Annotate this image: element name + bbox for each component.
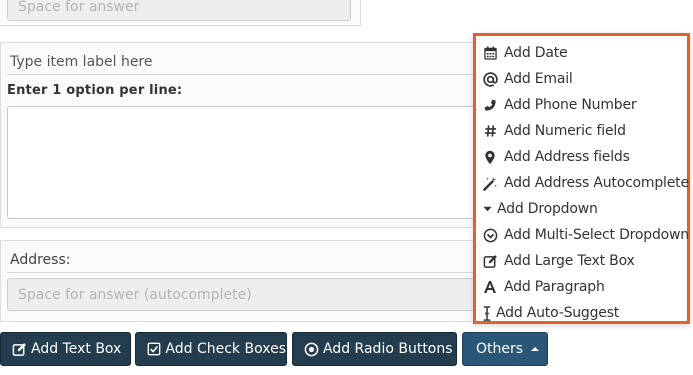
options-label: Enter 1 option per line:	[7, 83, 183, 98]
add-radio-buttons-button[interactable]: Add Radio Buttons	[292, 332, 457, 366]
address-label-field[interactable]: Address:	[7, 249, 477, 273]
edit-icon	[482, 253, 498, 269]
edit-icon	[11, 341, 27, 357]
menu-item-add-multi-select-dropdown[interactable]: Add Multi-Select Dropdown	[482, 223, 689, 247]
menu-item-add-auto-suggest[interactable]: Add Auto-Suggest	[482, 301, 619, 325]
menu-item-add-phone-number[interactable]: Add Phone Number	[482, 93, 637, 117]
address-item-card: Address: Space for answer (autocomplete)	[0, 240, 480, 322]
menu-item-label: Add Multi-Select Dropdown	[504, 227, 689, 243]
checkbox-icon	[146, 341, 161, 357]
add-text-box-label: Add Text Box	[31, 341, 122, 357]
item-label-input[interactable]: Type item label here	[7, 53, 477, 75]
others-dropdown-menu: Add Date Add Email Add Phone Number Add …	[473, 33, 690, 324]
menu-item-label: Add Large Text Box	[504, 253, 635, 269]
add-check-boxes-button[interactable]: Add Check Boxes	[135, 332, 287, 366]
menu-item-label: Add Date	[504, 45, 568, 61]
others-dropdown-button[interactable]: Others	[462, 332, 548, 366]
menu-item-label: Add Auto-Suggest	[496, 305, 620, 321]
chevron-circle-down-icon	[482, 227, 498, 243]
options-textarea[interactable]	[7, 106, 477, 219]
menu-item-add-address-autocomplete[interactable]: Add Address Autocomplete	[482, 171, 689, 195]
add-check-boxes-label: Add Check Boxes	[165, 341, 286, 357]
menu-item-label: Add Phone Number	[504, 97, 637, 113]
hashtag-icon	[482, 123, 498, 139]
phone-icon	[482, 97, 498, 113]
dropdown-item-card: Type item label here Enter 1 option per …	[0, 42, 480, 228]
magic-wand-icon	[482, 175, 498, 191]
caret-up-icon	[531, 347, 540, 351]
menu-item-label: Add Paragraph	[504, 279, 605, 295]
font-letter-icon	[482, 279, 498, 295]
add-radio-buttons-label: Add Radio Buttons	[323, 341, 453, 357]
calendar-icon	[482, 45, 498, 61]
menu-item-add-numeric-field[interactable]: Add Numeric field	[482, 119, 626, 143]
menu-item-add-date[interactable]: Add Date	[482, 41, 568, 65]
caret-down-icon	[482, 201, 492, 217]
item-label-placeholder: Type item label here	[10, 54, 153, 70]
menu-item-add-paragraph[interactable]: Add Paragraph	[482, 275, 605, 299]
answer-field-card: Space for answer	[0, 0, 361, 26]
address-label: Address:	[10, 252, 71, 268]
form-builder-page: Space for answer Type item label here En…	[0, 0, 693, 375]
menu-item-label: Add Numeric field	[504, 123, 626, 139]
others-label: Others	[476, 341, 524, 357]
menu-item-label: Add Dropdown	[497, 201, 598, 217]
map-marker-icon	[482, 149, 498, 165]
menu-item-add-dropdown[interactable]: Add Dropdown	[482, 197, 598, 221]
add-text-box-button[interactable]: Add Text Box	[0, 332, 131, 366]
at-sign-icon	[482, 71, 498, 87]
answer-input[interactable]: Space for answer	[7, 0, 351, 21]
text-cursor-icon	[482, 305, 492, 321]
address-autocomplete-input[interactable]: Space for answer (autocomplete)	[7, 278, 477, 311]
radio-dot-icon	[303, 341, 319, 357]
menu-item-add-email[interactable]: Add Email	[482, 67, 573, 91]
menu-item-label: Add Address Autocomplete	[504, 175, 689, 191]
menu-item-label: Add Address fields	[504, 149, 630, 165]
answer-input-placeholder: Space for answer	[18, 0, 140, 15]
menu-item-add-large-text-box[interactable]: Add Large Text Box	[482, 249, 635, 273]
menu-item-label: Add Email	[504, 71, 573, 87]
menu-item-add-address-fields[interactable]: Add Address fields	[482, 145, 630, 169]
address-input-placeholder: Space for answer (autocomplete)	[18, 287, 252, 303]
